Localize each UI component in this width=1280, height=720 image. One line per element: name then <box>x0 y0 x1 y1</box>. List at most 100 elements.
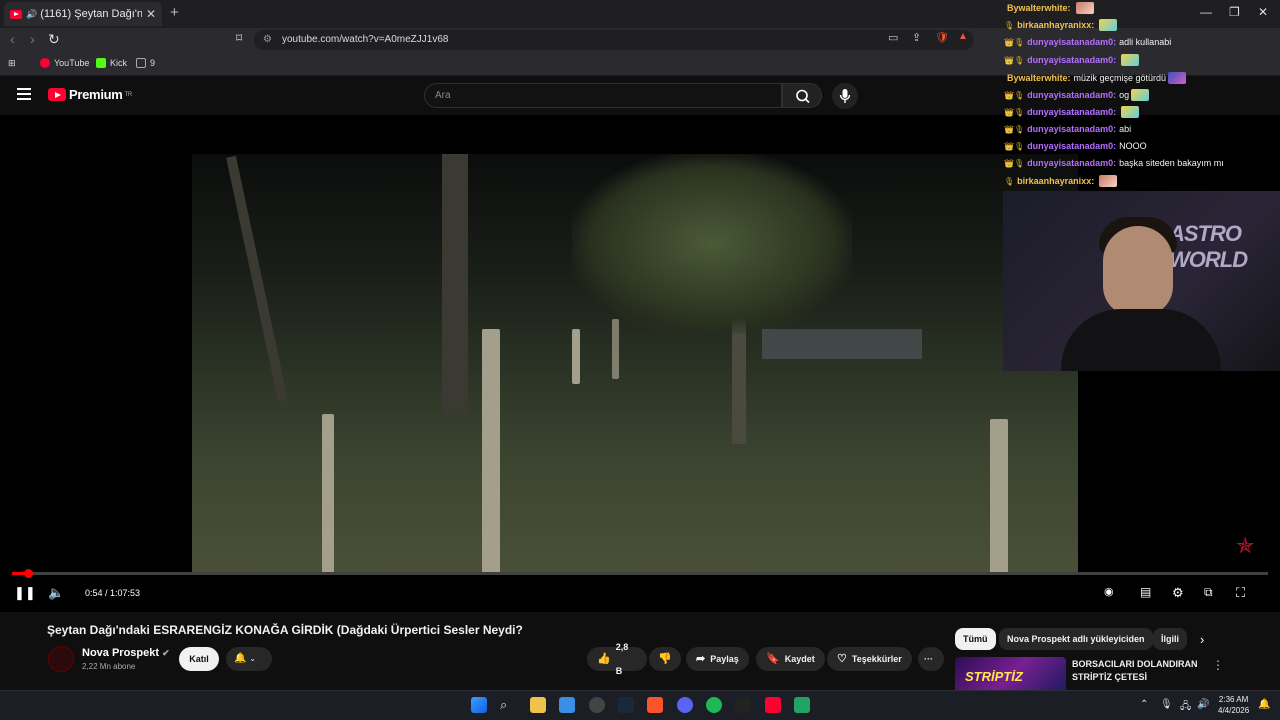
chat-message: 👑🎙 dunyayisatanadam0: <box>1004 106 1140 118</box>
volume-icon[interactable]: 🔈 <box>48 585 64 601</box>
spotify-icon[interactable] <box>706 697 722 713</box>
maximize-icon[interactable]: ❐ <box>1229 5 1240 19</box>
close-tab-icon[interactable]: ✕ <box>146 7 156 21</box>
save-button[interactable]: 🔖 Kaydet <box>756 647 825 671</box>
system-clock[interactable]: 2:36 AM 4/4/2026 <box>1218 694 1249 716</box>
youtube-icon <box>40 58 50 68</box>
recommendation-menu-icon[interactable]: ⋮ <box>1212 658 1224 672</box>
recommendation-title[interactable]: BORSACILARI DOLANDIRAN STRİPTİZ ÇETESİ <box>1072 658 1202 684</box>
chat-text: NOOO <box>1119 141 1147 151</box>
taskbar-search-icon[interactable]: ⌕ <box>500 697 516 713</box>
chips-next-icon[interactable]: › <box>1200 632 1204 647</box>
start-icon[interactable] <box>471 697 487 713</box>
tray-chevron-icon[interactable]: ⌃ <box>1140 699 1148 710</box>
chip-uploader[interactable]: Nova Prospekt adlı yükleyiciden <box>999 628 1153 650</box>
photos-icon[interactable] <box>559 697 575 713</box>
bookmark-kick[interactable]: Kick <box>96 58 127 68</box>
channel-avatar[interactable] <box>48 646 74 672</box>
menu-icon[interactable] <box>17 88 31 100</box>
brave-shields-icon[interactable]: 🛡 <box>935 31 949 44</box>
chat-text: müzik geçmişe götürdü <box>1073 73 1167 83</box>
share-button[interactable]: ➦ Paylaş <box>686 647 749 671</box>
bookmark-folder[interactable]: 9 <box>136 58 155 68</box>
chat-badges: 👑🎙 <box>1004 124 1025 134</box>
pip-icon[interactable]: ▭ <box>888 31 898 44</box>
chat-message: 👑🎙 dunyayisatanadam0: og <box>1004 89 1150 101</box>
brave-icon[interactable] <box>647 697 663 713</box>
thanks-button[interactable]: ♡ Teşekkürler <box>827 647 912 671</box>
notifications-icon[interactable]: 🔔 <box>1258 699 1270 710</box>
sheets-icon[interactable] <box>794 697 810 713</box>
reload-icon[interactable]: ↻ <box>48 31 60 48</box>
autoplay-toggle[interactable]: ◉ <box>1104 585 1114 598</box>
subtitles-icon[interactable]: ▤ <box>1140 585 1151 599</box>
miniplayer-icon[interactable]: ⧉ <box>1204 585 1213 600</box>
video-frame <box>192 154 1078 572</box>
bookmark-icon[interactable]: ⌑ <box>236 31 242 45</box>
fullscreen-icon[interactable]: ⛶ <box>1236 585 1245 601</box>
join-button[interactable]: Katıl <box>179 647 219 671</box>
star-logo-icon: ✯ <box>1236 533 1255 558</box>
speaker-icon[interactable]: 🔊 <box>1197 699 1209 710</box>
search-input[interactable]: Ara <box>424 83 782 108</box>
voice-search-button[interactable] <box>832 83 858 109</box>
back-icon[interactable]: ‹ <box>10 31 15 47</box>
bookmark-label: YouTube <box>54 58 90 68</box>
share-icon[interactable]: ⇪ <box>912 31 921 44</box>
close-window-icon[interactable]: ✕ <box>1258 5 1268 19</box>
settings-icon[interactable]: ⚙ <box>1172 585 1184 601</box>
chrome-icon[interactable] <box>589 697 605 713</box>
site-settings-icon[interactable]: ⚙ <box>263 30 272 50</box>
bell-icon: 🔔 <box>234 653 247 664</box>
youtube-premium-logo[interactable]: Premium TR <box>48 87 132 102</box>
discord-icon[interactable] <box>677 697 693 713</box>
more-actions-button[interactable]: ··· <box>918 647 944 671</box>
tray-mic-icon[interactable]: 🎙 <box>1160 699 1173 710</box>
like-button[interactable]: 👍 2,8 B <box>587 642 647 676</box>
chat-badges: 🎙 <box>1004 20 1015 30</box>
browser-tab[interactable]: 🔊 (1161) Şeytan Dağı'ndaki ESR ✕ <box>4 2 162 26</box>
chat-message: Bywalterwhite: müzik geçmişe götürdü <box>1004 72 1187 84</box>
forward-icon[interactable]: › <box>30 31 35 47</box>
emote-icon <box>1168 72 1187 84</box>
kick-icon <box>96 58 106 68</box>
chat-text: abi <box>1119 124 1132 134</box>
chat-username: Bywalterwhite: <box>1007 3 1071 13</box>
brave-rewards-icon[interactable]: ▲ <box>958 31 968 42</box>
channel-name[interactable]: Nova Prospekt ✔ <box>82 647 170 659</box>
chat-username: birkaanhayranixx: <box>1017 20 1095 30</box>
progress-bar[interactable] <box>12 569 1268 578</box>
search-button[interactable] <box>782 83 822 108</box>
network-icon[interactable]: 🖧 <box>1180 699 1191 716</box>
steam-icon[interactable] <box>618 697 634 713</box>
youtube-logo-icon <box>48 88 66 101</box>
clock-date: 4/4/2026 <box>1218 706 1250 715</box>
minimize-icon[interactable]: — <box>1200 5 1212 19</box>
youtube-app-icon[interactable] <box>765 697 781 713</box>
chat-badges: 👑🎙 <box>1004 90 1025 100</box>
thumbnail-text: STRİPTİZ <box>965 669 1023 684</box>
chat-username: Bywalterwhite: <box>1007 73 1071 83</box>
dislike-button[interactable]: 👎 <box>649 647 681 671</box>
chip-all[interactable]: Tümü <box>955 628 996 650</box>
bookmark-youtube[interactable]: YouTube <box>40 58 89 68</box>
chat-badges: 🎙 <box>1004 176 1015 186</box>
app-icon[interactable] <box>735 697 751 713</box>
url-field[interactable]: ⚙ youtube.com/watch?v=A0meZJJ1v68 <box>254 30 974 50</box>
chat-message: 👑🎙 dunyayisatanadam0: <box>1004 54 1140 66</box>
recommendation-thumbnail[interactable]: STRİPTİZ <box>955 657 1066 693</box>
bookmark-label: Kick <box>110 58 128 68</box>
windows-taskbar: ⌕ ⌃ 🎙 🖧 🔊 2:36 AM 4/4/2026 🔔 <box>0 690 1280 720</box>
progress-scrubber[interactable] <box>24 569 34 578</box>
thanks-label: Teşekkürler <box>851 654 902 664</box>
chat-message: 👑🎙 dunyayisatanadam0: NOOO <box>1004 141 1147 151</box>
file-explorer-icon[interactable] <box>530 697 546 713</box>
chip-related[interactable]: İlgili <box>1153 628 1187 650</box>
pause-icon[interactable]: ❚❚ <box>14 585 36 601</box>
more-icon: ··· <box>924 654 933 664</box>
apps-icon[interactable]: ⊞ <box>8 58 16 69</box>
folder-icon <box>136 58 146 68</box>
new-tab-button[interactable]: + <box>170 4 179 21</box>
notifications-button[interactable]: 🔔 ⌄ <box>226 647 272 671</box>
video-player[interactable]: ASTRO WORLD ✯ ❚❚ 🔈 0:54 / 1:07:53 ◉ ▤ ⚙ ⧉… <box>0 115 1280 612</box>
